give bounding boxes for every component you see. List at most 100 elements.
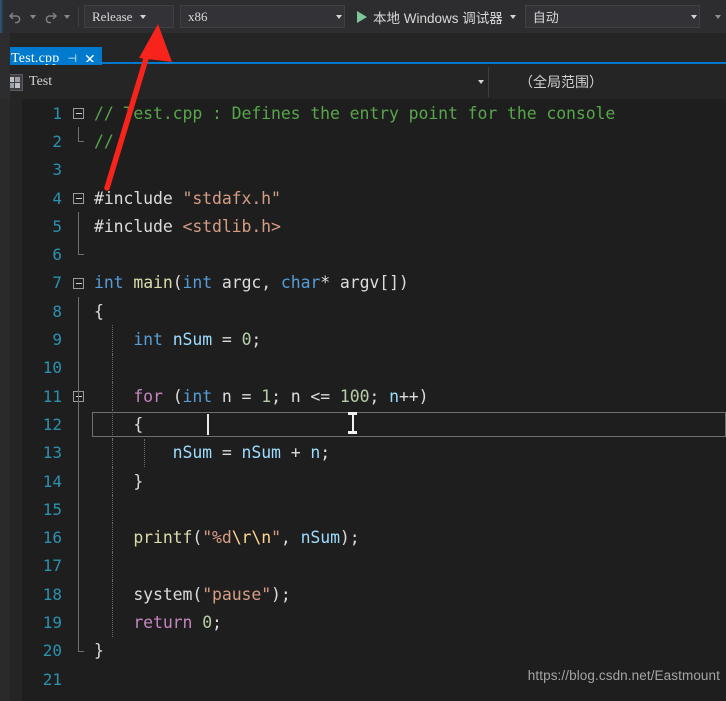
code-surface[interactable]: 1 // Test.cpp : Defines the entry point f… xyxy=(22,99,726,701)
code-token: "stdafx.h" xyxy=(182,188,281,208)
code-text[interactable]: { xyxy=(92,302,104,321)
collapse-region-icon[interactable] xyxy=(73,192,84,204)
code-line[interactable]: 17 xyxy=(22,551,726,581)
outlining-margin[interactable] xyxy=(68,608,92,637)
toolbar-overflow-button[interactable] xyxy=(710,14,726,19)
code-text[interactable]: // Test.cpp : Defines the entry point fo… xyxy=(92,104,615,123)
code-line[interactable]: 13 nSum = nSum + n; xyxy=(22,438,726,467)
debug-target-combo[interactable]: 自动 xyxy=(524,5,700,28)
solution-platform-combo[interactable]: x86 xyxy=(180,5,345,28)
code-text[interactable]: system("pause"); xyxy=(92,584,290,604)
code-line[interactable]: 10 xyxy=(22,353,726,382)
code-line[interactable]: 7 int main(int argc, char* argv[]) xyxy=(22,269,726,297)
code-text[interactable]: } xyxy=(92,641,104,660)
code-text[interactable]: int main(int argc, char* argv[]) xyxy=(92,273,409,292)
code-text[interactable]: nSum = nSum + n; xyxy=(92,443,331,463)
line-number: 12 xyxy=(42,414,62,434)
chevron-down-icon xyxy=(509,14,516,19)
code-token: int xyxy=(133,330,163,350)
navbar-scope-label: （全局范围） xyxy=(519,76,603,91)
code-token: + xyxy=(280,443,311,463)
code-line[interactable]: 11 for (int n = 1; n <= 100; n++) xyxy=(22,381,726,411)
outlining-margin[interactable] xyxy=(68,184,92,212)
outlining-margin[interactable] xyxy=(68,353,92,382)
code-line[interactable]: 15 xyxy=(22,495,726,524)
line-number: 16 xyxy=(42,528,62,548)
code-line[interactable]: 20} xyxy=(22,636,726,665)
outlining-margin[interactable] xyxy=(68,325,92,354)
outlining-margin[interactable] xyxy=(68,212,92,241)
redo-dropdown-button[interactable] xyxy=(61,5,73,29)
code-text[interactable]: } xyxy=(92,472,143,491)
code-line[interactable]: 18 system("pause"); xyxy=(22,580,726,609)
outlining-margin[interactable] xyxy=(68,297,92,326)
outlining-margin[interactable] xyxy=(68,240,92,268)
code-text[interactable]: #include "stdafx.h" xyxy=(92,189,281,208)
chevron-down-icon xyxy=(336,14,342,19)
code-line[interactable]: 2 // xyxy=(22,127,726,155)
code-editor[interactable]: 1 // Test.cpp : Defines the entry point f… xyxy=(0,99,726,701)
outlining-margin[interactable] xyxy=(68,127,92,155)
code-line[interactable]: 1 // Test.cpp : Defines the entry point f… xyxy=(22,99,726,127)
outlining-margin[interactable] xyxy=(68,551,92,581)
code-token: * argv[]) xyxy=(320,273,409,293)
collapse-region-icon[interactable] xyxy=(73,108,84,119)
outlining-margin[interactable] xyxy=(68,410,92,439)
code-line[interactable]: 4 #include "stdafx.h" xyxy=(22,184,726,212)
outlining-margin[interactable] xyxy=(68,156,92,184)
code-line[interactable]: 3 xyxy=(22,156,726,184)
code-token: int xyxy=(94,273,124,293)
code-text[interactable]: { xyxy=(92,415,143,434)
code-text[interactable]: // xyxy=(92,132,114,151)
undo-button[interactable] xyxy=(5,5,27,29)
code-line[interactable]: 14 } xyxy=(22,466,726,496)
code-text[interactable]: for (int n = 1; n <= 100; n++) xyxy=(92,387,428,406)
outlining-guide xyxy=(78,438,79,467)
code-token: { xyxy=(94,414,144,434)
code-token: printf xyxy=(133,528,193,548)
code-line[interactable]: 19 return 0; xyxy=(22,608,726,637)
code-token: int xyxy=(182,386,213,406)
outlining-margin[interactable] xyxy=(68,466,92,496)
outlining-margin[interactable] xyxy=(68,381,92,411)
code-token: "pause" xyxy=(202,584,272,604)
code-line[interactable]: 5 #include <stdlib.h> xyxy=(22,212,726,241)
outlining-margin[interactable] xyxy=(68,665,92,693)
indent-guide xyxy=(112,551,113,581)
line-number: 7 xyxy=(52,273,62,293)
navbar-project-combo[interactable]: Test xyxy=(0,67,489,97)
standard-toolbar: Release x86 本地 Windows 调试器 自动 xyxy=(0,0,726,33)
code-line[interactable]: 8{ xyxy=(22,297,726,326)
line-number: 14 xyxy=(42,471,62,491)
outlining-margin[interactable] xyxy=(68,438,92,467)
solution-configuration-combo[interactable]: Release xyxy=(84,5,174,28)
outlining-margin[interactable] xyxy=(68,636,92,665)
outlining-margin[interactable] xyxy=(68,269,92,297)
start-debugging-button[interactable]: 本地 Windows 调试器 xyxy=(353,5,519,28)
code-token: #include xyxy=(94,188,183,208)
code-text[interactable]: printf("%d\r\n", nSum); xyxy=(92,528,359,548)
outlining-margin[interactable] xyxy=(68,495,92,524)
code-line[interactable]: 16 printf("%d\r\n", nSum); xyxy=(22,523,726,552)
code-line[interactable]: 6 xyxy=(22,240,726,268)
redo-button[interactable] xyxy=(39,5,61,29)
code-token: main xyxy=(133,273,173,293)
code-token: int xyxy=(182,273,213,293)
navbar-scope-combo[interactable]: （全局范围） xyxy=(489,67,726,97)
code-token: n xyxy=(389,386,399,406)
outlining-margin[interactable] xyxy=(68,523,92,552)
collapse-region-icon[interactable] xyxy=(73,277,84,289)
undo-dropdown-button[interactable] xyxy=(27,5,39,29)
code-token: ; xyxy=(251,330,262,350)
code-text[interactable]: int nSum = 0; xyxy=(92,330,261,349)
start-debugging-label: 本地 Windows 调试器 xyxy=(373,10,503,26)
outlining-margin[interactable] xyxy=(68,99,92,127)
code-line[interactable]: 9 int nSum = 0; xyxy=(22,325,726,354)
code-line[interactable]: 12 { xyxy=(22,410,726,439)
code-text[interactable]: #include <stdlib.h> xyxy=(92,217,281,236)
outlining-margin[interactable] xyxy=(68,580,92,609)
line-number: 9 xyxy=(52,330,62,350)
